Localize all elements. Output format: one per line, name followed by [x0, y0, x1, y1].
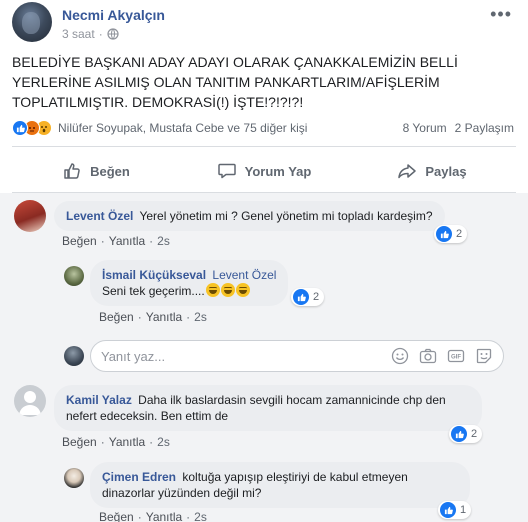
- comment-avatar[interactable]: [14, 385, 46, 417]
- share-count[interactable]: 2 Paylaşım: [455, 121, 514, 135]
- comment-like-count[interactable]: 2: [449, 425, 483, 443]
- reactions-summary[interactable]: Nilüfer Soyupak, Mustafa Cebe ve 75 diğe…: [12, 120, 307, 136]
- like-count: 2: [313, 291, 320, 303]
- comment-time[interactable]: 2s: [157, 435, 170, 449]
- post-author-avatar[interactable]: [12, 2, 52, 42]
- like-count: 1: [460, 504, 467, 516]
- reply-like-link[interactable]: Beğen: [99, 310, 134, 324]
- like-badge-icon: [440, 502, 456, 518]
- camera-icon[interactable]: [419, 347, 437, 365]
- reactors-text[interactable]: Nilüfer Soyupak, Mustafa Cebe ve 75 diğe…: [58, 121, 307, 135]
- grin-emoji-icon: [220, 283, 235, 297]
- svg-text:GIF: GIF: [451, 355, 461, 361]
- post-counts: 8 Yorum 2 Paylaşım: [403, 121, 514, 135]
- comment-count[interactable]: 8 Yorum: [403, 121, 447, 135]
- like-label: Beğen: [90, 163, 130, 179]
- like-reaction-icon: [12, 120, 28, 136]
- like-badge-icon: [436, 226, 452, 242]
- reply-like-count[interactable]: 2: [291, 288, 325, 306]
- like-count: 2: [471, 428, 478, 440]
- comment-avatar[interactable]: [14, 200, 46, 232]
- reply-author[interactable]: İsmail Küçükseval: [102, 268, 206, 282]
- reply-like-count[interactable]: 1: [438, 501, 472, 519]
- default-avatar-icon: [19, 391, 41, 415]
- share-button[interactable]: Paylaş: [348, 151, 516, 191]
- current-user-avatar: [64, 346, 84, 366]
- comment-icon: [217, 163, 236, 179]
- post-meta: 3 saat ·: [62, 27, 119, 41]
- dot-separator: ·: [98, 27, 103, 41]
- reply-input-container: GIF: [90, 340, 504, 372]
- reply-time[interactable]: 2s: [194, 510, 207, 522]
- reply-bubble: Çimen Edren koltuğa yapışıp eleştiriyi d…: [90, 462, 470, 508]
- reply-input-icons: GIF: [391, 347, 503, 365]
- comment-actions: Beğen · Yanıtla · 2s: [62, 234, 170, 248]
- reply-reply-link[interactable]: Yanıtla: [146, 310, 182, 324]
- reply-author[interactable]: Çimen Edren: [102, 470, 176, 484]
- like-badge-icon: [451, 426, 467, 442]
- reply-mention[interactable]: Levent Özel: [212, 268, 276, 282]
- thumbs-up-icon: [64, 163, 80, 179]
- comment-like-link[interactable]: Beğen: [62, 234, 97, 248]
- comment-button[interactable]: Yorum Yap: [180, 151, 348, 191]
- post-time[interactable]: 3 saat: [62, 27, 95, 41]
- gif-icon[interactable]: GIF: [447, 347, 465, 365]
- smile-emoji-icon: [235, 283, 250, 297]
- comment-time[interactable]: 2s: [157, 234, 170, 248]
- reply-avatar[interactable]: [64, 266, 84, 286]
- reply-like-link[interactable]: Beğen: [99, 510, 134, 522]
- share-arrow-icon: [398, 164, 417, 179]
- comment-label: Yorum Yap: [244, 163, 312, 179]
- reply-actions: Beğen · Yanıtla · 2s: [99, 510, 207, 522]
- comment-reply-link[interactable]: Yanıtla: [109, 435, 145, 449]
- globe-icon: [107, 28, 119, 40]
- reply-time[interactable]: 2s: [194, 310, 207, 324]
- sticker-icon[interactable]: [475, 347, 493, 365]
- reply-input[interactable]: [101, 348, 391, 364]
- emoji-icon[interactable]: [391, 347, 409, 365]
- like-badge-icon: [293, 289, 309, 305]
- share-label: Paylaş: [425, 163, 467, 179]
- divider: [12, 146, 516, 147]
- comment-bubble: Levent Özel Yerel yönetim mi ? Genel yön…: [54, 201, 445, 231]
- like-button[interactable]: Beğen: [12, 151, 180, 191]
- comment-author[interactable]: Kamil Yalaz: [66, 393, 132, 407]
- grin-emoji-icon: [205, 283, 220, 297]
- comment-like-count[interactable]: 2: [434, 225, 468, 243]
- comment-like-link[interactable]: Beğen: [62, 435, 97, 449]
- post-text: BELEDİYE BAŞKANI ADAY ADAYI OLARAK ÇANAK…: [12, 54, 458, 110]
- like-count: 2: [456, 228, 463, 240]
- post-action-bar: Beğen Yorum Yap Paylaş: [12, 151, 516, 191]
- reply-text: Seni tek geçerim....: [102, 284, 205, 298]
- reply-actions: Beğen · Yanıtla · 2s: [99, 310, 207, 324]
- comment-author[interactable]: Levent Özel: [66, 209, 133, 223]
- comment-bubble: Kamil Yalaz Daha ilk baslardasin sevgili…: [54, 385, 482, 431]
- comment-text: Yerel yönetim mi ? Genel yönetim mi topl…: [139, 209, 433, 223]
- reply-avatar[interactable]: [64, 468, 84, 488]
- reply-bubble: İsmail Küçükseval Levent Özel Seni tek g…: [90, 260, 289, 306]
- comment-reply-link[interactable]: Yanıtla: [109, 234, 145, 248]
- comment-actions: Beğen · Yanıtla · 2s: [62, 435, 170, 449]
- post-author-name[interactable]: Necmi Akyalçın: [62, 7, 165, 23]
- reply-reply-link[interactable]: Yanıtla: [146, 510, 182, 522]
- more-dots-icon[interactable]: •••: [490, 4, 512, 25]
